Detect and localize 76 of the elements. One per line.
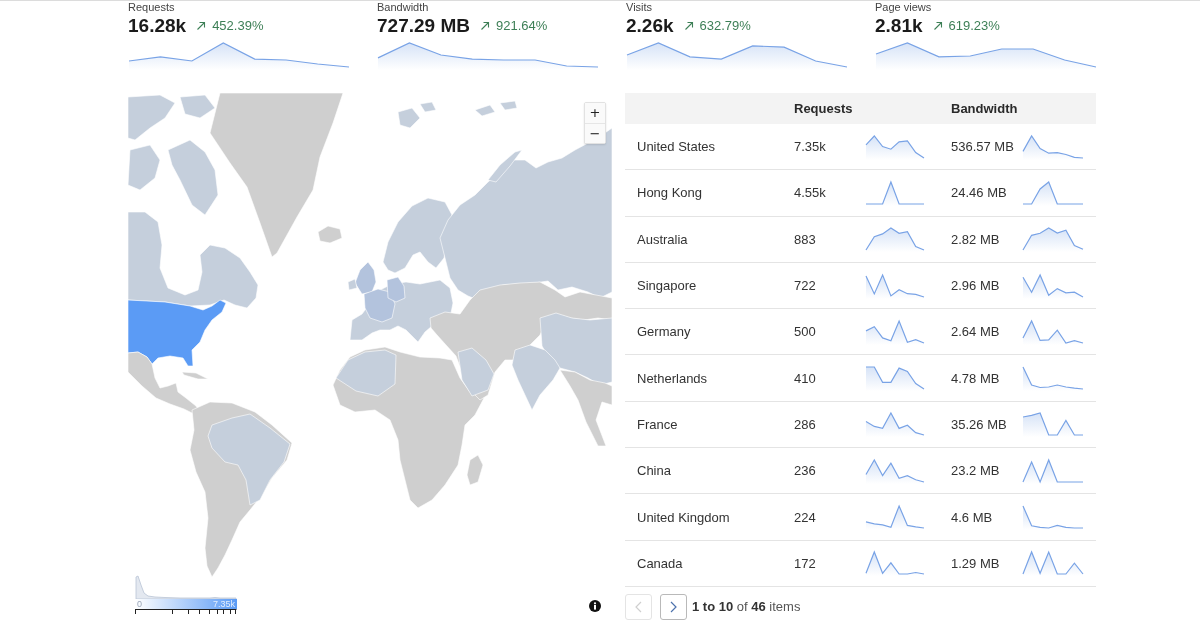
stat-value: 2.26k (626, 15, 674, 37)
bandwidth-cell: 4.6 MB (951, 509, 993, 525)
requests-cell: 224 (794, 509, 816, 525)
country-cell: Netherlands (637, 370, 708, 386)
country-cell: Singapore (637, 278, 697, 294)
stat-value: 16.28k (128, 15, 187, 37)
sparkline (865, 411, 925, 438)
requests-cell: 722 (794, 278, 816, 294)
sparkline (1022, 411, 1084, 438)
country-cell: China (637, 463, 671, 479)
sparkline (1022, 457, 1084, 484)
sparkline (865, 318, 925, 345)
stat-label: Bandwidth (377, 1, 429, 13)
requests-cell: 236 (794, 463, 816, 479)
country-cell: Australia (637, 231, 688, 247)
column-header: Requests (794, 101, 853, 116)
pagination-summary: 1 to 10 of 46 items (692, 599, 801, 615)
bandwidth-cell: 1.29 MB (951, 555, 1000, 571)
scale-min-label: 0 (137, 599, 142, 609)
sparkline (865, 504, 925, 530)
sparkline (1022, 318, 1084, 345)
stat-label: Visits (626, 1, 653, 13)
requests-cell: 410 (794, 370, 816, 386)
country-cell: France (637, 416, 678, 432)
bandwidth-cell: 4.78 MB (951, 370, 1000, 386)
sparkline (865, 457, 925, 484)
country-cell: United Kingdom (637, 509, 730, 525)
stat-change: 921.64% (495, 18, 548, 34)
sparkline (1022, 133, 1084, 160)
requests-cell: 500 (794, 324, 816, 340)
requests-cell: 172 (794, 555, 816, 571)
stat-label: Requests (128, 1, 175, 13)
sparkline (1022, 504, 1084, 530)
chevron-left-icon (635, 600, 642, 613)
sparkline (1022, 179, 1084, 206)
stat-change: 619.23% (948, 18, 1000, 34)
map-country (128, 144, 161, 191)
column-header: Bandwidth (951, 101, 1018, 116)
zoom-button[interactable]: − (585, 123, 605, 143)
bandwidth-cell: 2.64 MB (951, 324, 1000, 340)
country-cell: Germany (637, 324, 691, 340)
country-cell: Canada (637, 555, 683, 571)
zoom-button[interactable]: + (585, 103, 605, 123)
chevron-right-icon (670, 600, 677, 613)
next-page-button[interactable] (660, 593, 687, 620)
stat-value: 727.29 MB (377, 15, 470, 37)
sparkline (865, 226, 925, 253)
stat-value: 2.81k (875, 15, 923, 37)
bandwidth-cell: 35.26 MB (951, 416, 1007, 432)
requests-cell: 883 (794, 231, 816, 247)
country-cell: United States (637, 139, 716, 155)
sparkline (865, 133, 925, 160)
bandwidth-cell: 536.57 MB (951, 139, 1014, 155)
sparkline (865, 179, 925, 206)
map-country (499, 100, 518, 111)
requests-cell: 4.55k (794, 185, 826, 201)
sparkline (865, 365, 925, 392)
info-icon[interactable] (589, 600, 601, 612)
bandwidth-cell: 23.2 MB (951, 463, 1000, 479)
stat-change: 632.79% (699, 18, 751, 34)
sparkline (865, 272, 925, 299)
stat-change: 452.39% (212, 18, 264, 34)
bandwidth-cell: 2.96 MB (951, 278, 1000, 294)
requests-cell: 7.35k (794, 139, 826, 155)
map-country (474, 104, 496, 117)
sparkline (1022, 226, 1084, 253)
scale-max-label: 7.35k (212, 599, 235, 609)
stat-label: Page views (875, 1, 932, 13)
requests-cell: 286 (794, 416, 816, 432)
sparkline (1022, 272, 1084, 299)
bandwidth-cell: 2.82 MB (951, 231, 1000, 247)
sparkline (1022, 365, 1084, 392)
country-cell: Hong Kong (637, 185, 703, 201)
sparkline (1022, 550, 1084, 577)
sparkline (865, 550, 925, 577)
bandwidth-cell: 24.46 MB (951, 185, 1007, 201)
